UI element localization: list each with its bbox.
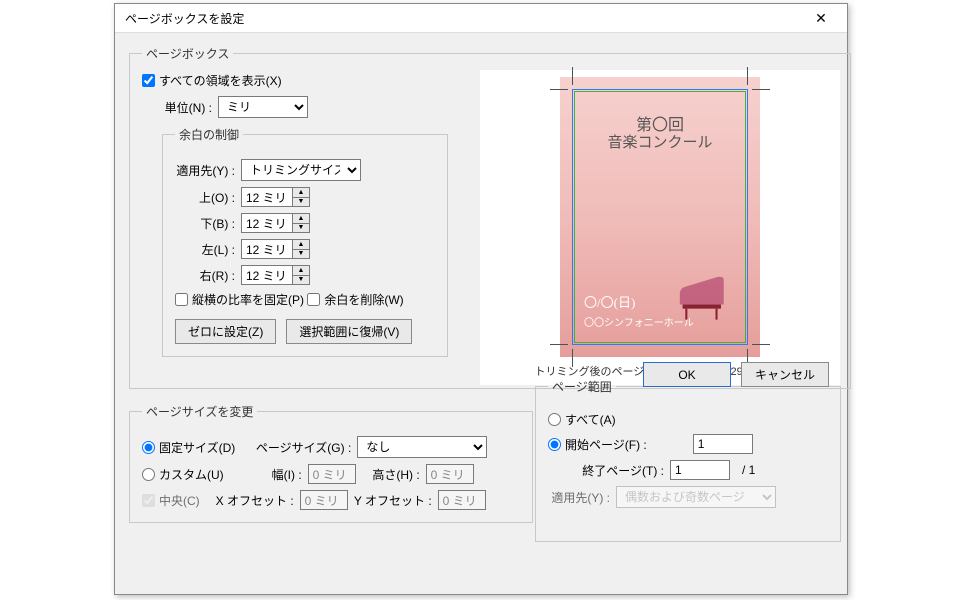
page-range-group: ページ範囲 すべて(A) 開始ページ(F) : 終了ページ(T) : / 1 適… <box>535 378 841 542</box>
remove-margin-checkbox[interactable]: 余白を削除(W) <box>307 291 403 308</box>
left-label: 左(L) : <box>175 241 235 258</box>
height-label: 高さ(H) : <box>362 466 420 483</box>
zero-button[interactable]: ゼロに設定(Z) <box>175 319 276 344</box>
dialog-title: ページボックスを設定 <box>125 10 801 27</box>
bottom-spin-buttons[interactable]: ▲▼ <box>293 213 310 233</box>
apply-label: 適用先(Y) : <box>175 162 235 179</box>
right-input[interactable] <box>241 265 293 285</box>
margins-legend: 余白の制御 <box>175 126 243 143</box>
to-page-input[interactable] <box>670 460 730 480</box>
dialog-footer: OK キャンセル <box>643 362 829 387</box>
left-spinner[interactable]: ▲▼ <box>241 239 310 259</box>
bottom-input[interactable] <box>241 213 293 233</box>
range-all-radio[interactable]: すべて(A) <box>548 411 616 428</box>
range-apply-select: 偶数および奇数ページ <box>616 486 776 508</box>
revert-button[interactable]: 選択範囲に復帰(V) <box>286 319 412 344</box>
yoff-input <box>438 490 486 510</box>
page-range-legend: ページ範囲 <box>548 378 616 395</box>
top-input[interactable] <box>241 187 293 207</box>
fixed-size-radio[interactable]: 固定サイズ(D) <box>142 439 235 456</box>
show-all-checkbox[interactable]: すべての領域を表示(X) <box>142 72 282 89</box>
show-all-input[interactable] <box>142 74 155 87</box>
pagesize-label: ページサイズ(G) : <box>251 439 351 456</box>
margins-group: 余白の制御 適用先(Y) : トリミングサイズ 上(O) : ▲▼ <box>162 126 448 357</box>
fix-ratio-checkbox[interactable]: 縦横の比率を固定(P) <box>175 291 304 308</box>
width-label: 幅(I) : <box>254 466 302 483</box>
yoff-label: Y オフセット : <box>354 492 432 509</box>
pagesize-select[interactable]: なし <box>357 436 487 458</box>
top-spinner[interactable]: ▲▼ <box>241 187 310 207</box>
range-from-radio[interactable]: 開始ページ(F) : <box>548 436 647 453</box>
top-spin-buttons[interactable]: ▲▼ <box>293 187 310 207</box>
remove-margin-input[interactable] <box>307 293 320 306</box>
bottom-label: 下(B) : <box>175 215 235 232</box>
xoff-label: X オフセット : <box>216 492 294 509</box>
chevron-up-icon: ▲ <box>293 240 309 250</box>
xoff-input <box>300 490 348 510</box>
preview-date: 〇/〇(日) <box>584 292 635 311</box>
piano-icon <box>672 273 748 321</box>
unit-select[interactable]: ミリ <box>218 96 308 118</box>
ok-button[interactable]: OK <box>643 362 731 387</box>
right-spin-buttons[interactable]: ▲▼ <box>293 265 310 285</box>
pagebox-legend: ページボックス <box>142 45 233 62</box>
chevron-down-icon: ▼ <box>293 250 309 259</box>
chevron-up-icon: ▲ <box>293 214 309 224</box>
left-spin-buttons[interactable]: ▲▼ <box>293 239 310 259</box>
chevron-down-icon: ▼ <box>293 224 309 233</box>
chevron-up-icon: ▲ <box>293 188 309 198</box>
preview-image: 第〇回 音楽コンクール 〇/〇(日) 〇〇シンフォニーホール <box>560 77 760 357</box>
cancel-button[interactable]: キャンセル <box>741 362 829 387</box>
pagebox-group: ページボックス すべての領域を表示(X) 単位(N) : ミリ 余白の制御 適用… <box>129 45 851 389</box>
chevron-up-icon: ▲ <box>293 266 309 276</box>
page-total: / 1 <box>742 463 755 477</box>
bottom-spinner[interactable]: ▲▼ <box>241 213 310 233</box>
center-checkbox: 中央(C) <box>142 492 200 509</box>
height-input <box>426 464 474 484</box>
change-size-group: ページサイズを変更 固定サイズ(D) ページサイズ(G) : なし カスタム(U… <box>129 403 533 523</box>
fix-ratio-input[interactable] <box>175 293 188 306</box>
apply-select[interactable]: トリミングサイズ <box>241 159 361 181</box>
preview-area: 第〇回 音楽コンクール 〇/〇(日) 〇〇シンフォニーホール トリミング後のペー… <box>480 70 840 385</box>
to-page-label: 終了ページ(T) : <box>566 462 664 479</box>
range-apply-label: 適用先(Y) : <box>548 489 610 506</box>
change-size-legend: ページサイズを変更 <box>142 403 257 420</box>
custom-radio[interactable]: カスタム(U) <box>142 466 224 483</box>
unit-label: 単位(N) : <box>162 99 212 116</box>
preview-title2: 音楽コンクール <box>560 131 760 152</box>
close-icon[interactable]: ✕ <box>801 7 841 29</box>
chevron-down-icon: ▼ <box>293 276 309 285</box>
top-label: 上(O) : <box>175 189 235 206</box>
width-input <box>308 464 356 484</box>
chevron-down-icon: ▼ <box>293 198 309 207</box>
right-label: 右(R) : <box>175 267 235 284</box>
right-spinner[interactable]: ▲▼ <box>241 265 310 285</box>
titlebar: ページボックスを設定 ✕ <box>115 4 847 33</box>
left-input[interactable] <box>241 239 293 259</box>
page-boxes-dialog: ページボックスを設定 ✕ ページボックス すべての領域を表示(X) 単位(N) … <box>114 3 848 595</box>
from-page-input[interactable] <box>693 434 753 454</box>
